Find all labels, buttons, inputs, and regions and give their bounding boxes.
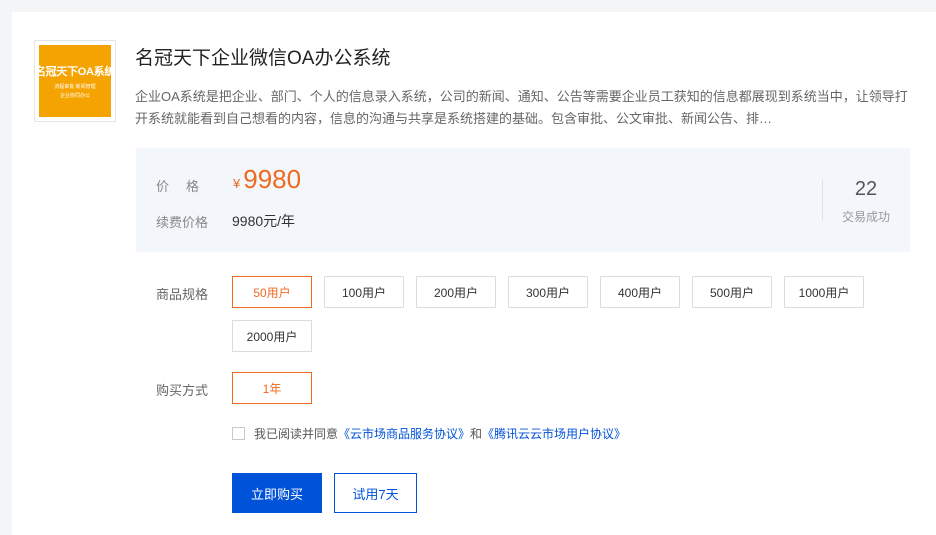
product-logo: 名冠天下OA系统 流程审批 新闻管理 企业协同办公 [34, 40, 116, 122]
spec-label: 商品规格 [156, 287, 209, 302]
service-agreement-link[interactable]: 《云市场商品服务协议》 [338, 425, 470, 442]
purchase-method-label: 购买方式 [156, 383, 209, 398]
spec-option-500[interactable]: 500用户 [692, 276, 772, 308]
logo-image: 名冠天下OA系统 流程审批 新闻管理 企业协同办公 [35, 45, 115, 117]
agreement-prefix: 我已阅读并同意 [254, 427, 339, 441]
price-panel: 价格 ¥ 9980 续费价格 9980元/年 22 交易成功 [136, 148, 910, 252]
logo-subtitle-2: 企业协同办公 [59, 93, 90, 99]
renew-price-value: 9980元/年 [232, 213, 296, 229]
agreement-and: 和 [470, 427, 483, 441]
spec-option-2000[interactable]: 2000用户 [232, 320, 312, 352]
agreement-row: 我已阅读并同意 《云市场商品服务协议》 和 《腾讯云云市场用户协议》 [232, 425, 626, 442]
spec-option-300[interactable]: 300用户 [508, 276, 588, 308]
spec-option-50[interactable]: 50用户 [232, 276, 312, 308]
product-description: 企业OA系统是把企业、部门、个人的信息录入系统，公司的新闻、通知、公告等需要企业… [135, 89, 908, 126]
trial-button[interactable]: 试用7天 [334, 473, 417, 513]
user-agreement-link[interactable]: 《腾讯云云市场用户协议》 [482, 425, 626, 442]
renew-price-label: 续费价格 [156, 215, 209, 230]
spec-option-200[interactable]: 200用户 [416, 276, 496, 308]
buy-now-button[interactable]: 立即购买 [232, 473, 322, 513]
spec-option-1000[interactable]: 1000用户 [784, 276, 864, 308]
spec-option-100[interactable]: 100用户 [324, 276, 404, 308]
deals-label: 交易成功 [841, 210, 890, 224]
purchase-option-1-year[interactable]: 1年 [232, 372, 312, 404]
price-amount: 9980 [243, 164, 302, 194]
logo-subtitle: 流程审批 新闻管理 [54, 84, 96, 90]
price-value: ¥ 9980 [233, 164, 301, 195]
logo-title: 名冠天下OA系统 [34, 66, 116, 78]
price-label: 价格 [156, 179, 217, 194]
agreement-checkbox[interactable] [232, 427, 245, 440]
product-title: 名冠天下企业微信OA办公系统 [135, 48, 391, 69]
deals-count: 22 [854, 178, 878, 200]
currency-symbol: ¥ [233, 176, 241, 191]
spec-option-400[interactable]: 400用户 [600, 276, 680, 308]
